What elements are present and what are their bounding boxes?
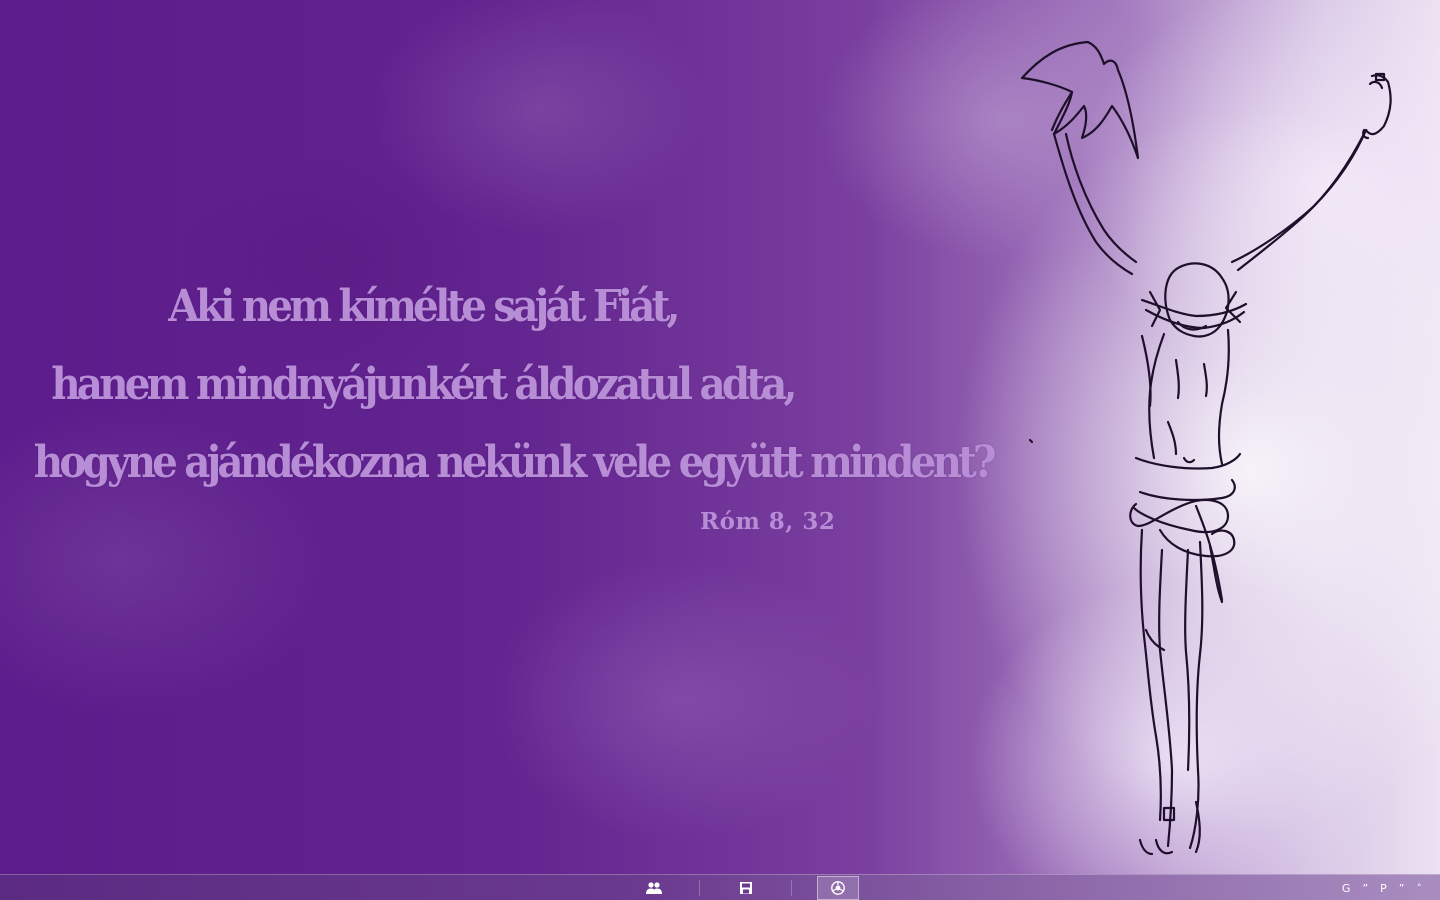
taskbar-separator — [791, 880, 792, 896]
verse-line-3: hogyne ajándékozna nekünk vele együtt mi… — [33, 437, 997, 488]
tray-show-hidden-icon[interactable]: ˄ — [1417, 882, 1423, 895]
desktop-wallpaper: Aki nem kímélte saját Fiát, hanem mindny… — [0, 0, 1440, 874]
save-window-icon — [740, 882, 752, 894]
chrome-icon — [831, 881, 845, 895]
system-tray: G ” P ” ˄ — [1342, 875, 1422, 900]
tray-item-p[interactable]: P — [1380, 882, 1387, 895]
verse-text: Aki nem kímélte saját Fiát, hanem mindny… — [0, 268, 997, 502]
people-icon — [646, 882, 662, 894]
verse-line-1: Aki nem kímélte saját Fiát, — [168, 281, 680, 332]
verse-line-2: hanem mindnyájunkért áldozatul adta, — [51, 359, 797, 410]
people-app-button[interactable] — [634, 876, 674, 900]
tray-item-g[interactable]: G — [1342, 882, 1351, 895]
window-app-button[interactable] — [726, 876, 766, 900]
taskbar: G ” P ” ˄ — [0, 874, 1440, 900]
taskbar-separator — [699, 880, 700, 896]
chrome-app-button[interactable] — [817, 876, 859, 900]
tray-item-quote-1[interactable]: ” — [1362, 882, 1368, 895]
crucifix-drawing — [1020, 40, 1392, 856]
verse-reference: Róm 8, 32 — [700, 508, 836, 535]
tray-item-quote-2[interactable]: ” — [1399, 882, 1405, 895]
